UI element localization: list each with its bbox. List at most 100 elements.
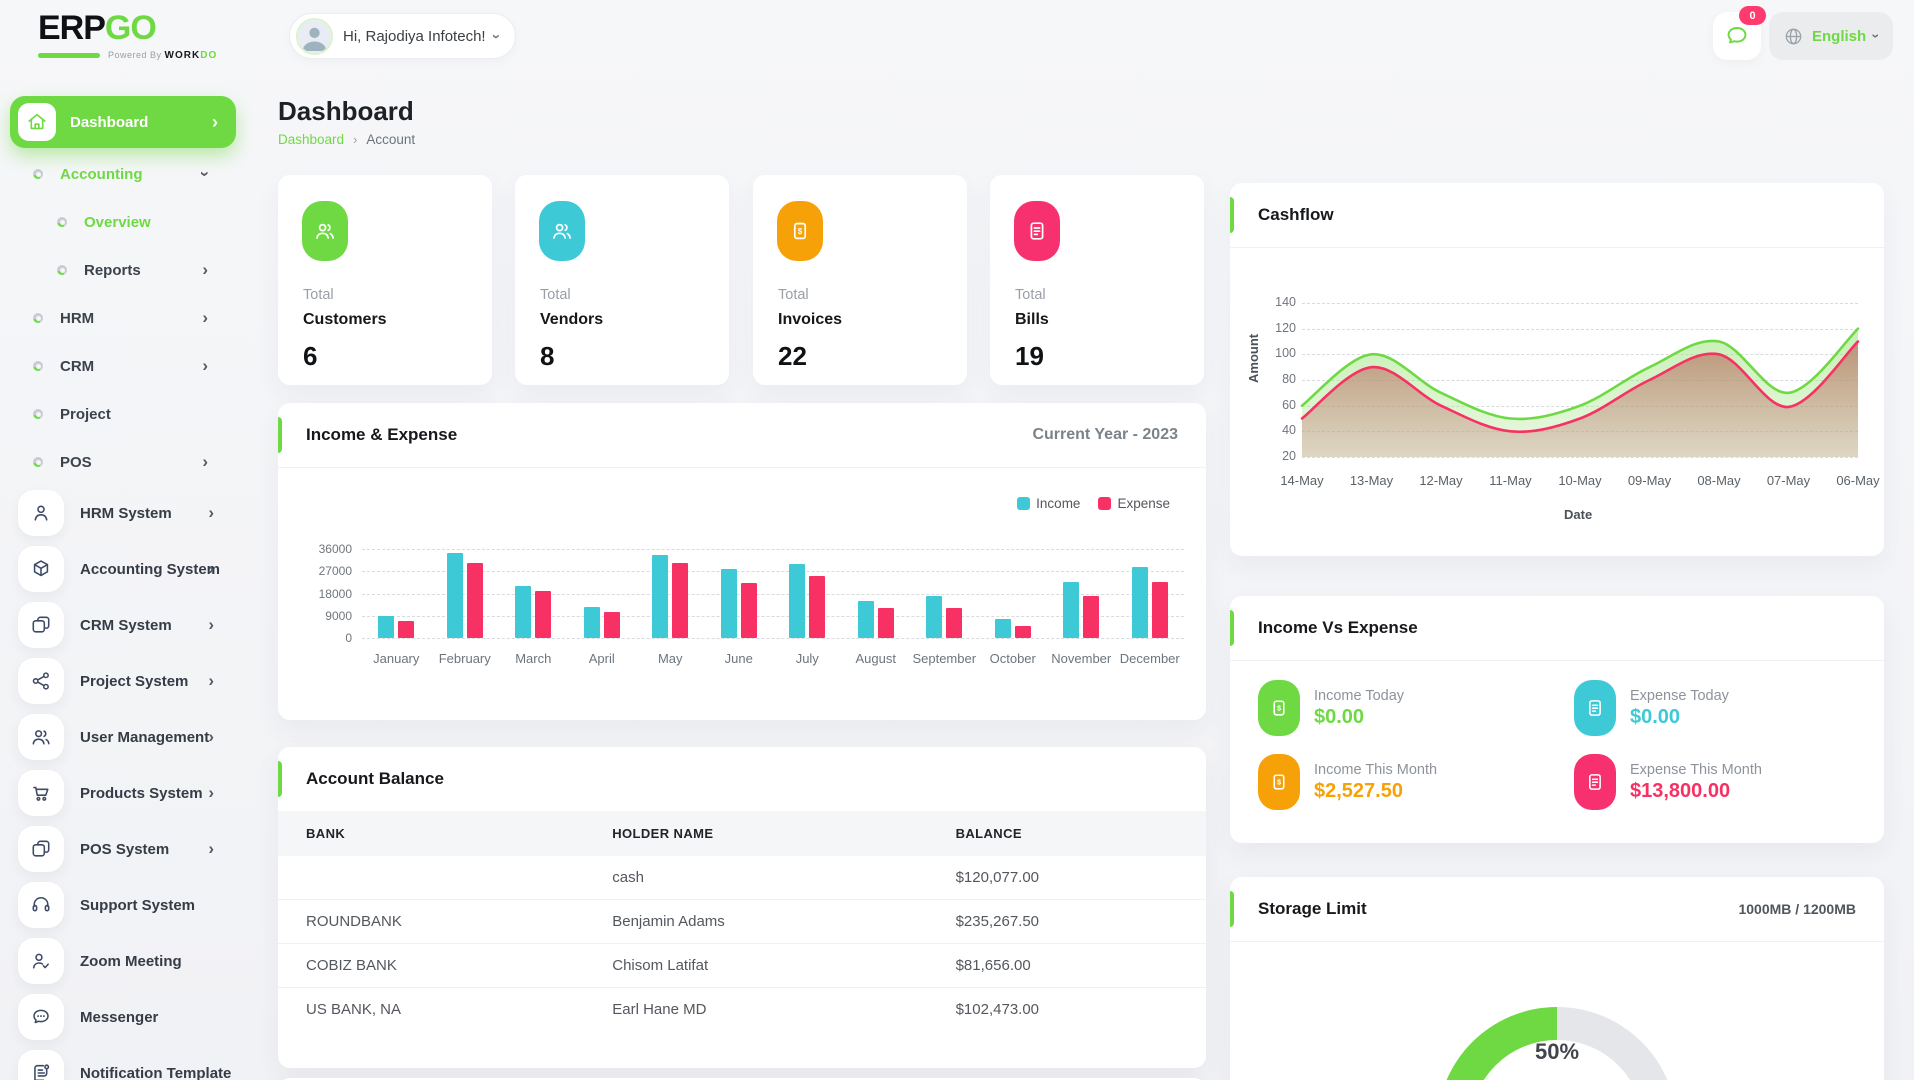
chevron-right-icon: ›	[202, 452, 208, 471]
sidebar-item-label: Support System	[80, 896, 196, 914]
chevron-right-icon: ›	[208, 559, 214, 578]
bar-group	[979, 549, 1048, 638]
metric-value: $0.00	[1630, 705, 1681, 728]
sidebar-item-label: Accounting	[60, 165, 143, 183]
panel-header: Cashflow	[1230, 183, 1884, 248]
bar-expense[interactable]	[740, 583, 757, 638]
table-row[interactable]: US BANK, NA Earl Hane MD $102,473.00	[278, 987, 1206, 1031]
panel-header: Storage Limit 1000MB / 1200MB	[1230, 877, 1884, 942]
stat-label: Customers	[303, 311, 387, 328]
bar-expense[interactable]	[809, 576, 826, 638]
person-icon	[18, 490, 64, 536]
sidebar-item-pos[interactable]: POS ›	[0, 438, 246, 486]
legend-item[interactable]: Income	[1017, 496, 1080, 511]
bar-group	[431, 549, 500, 638]
bill-icon	[1014, 201, 1060, 261]
bar-expense[interactable]	[1014, 626, 1031, 638]
table-row[interactable]: cash $120,077.00	[278, 856, 1206, 900]
sidebar-item-label: Project	[60, 405, 111, 423]
bar-expense[interactable]	[535, 591, 552, 638]
bar-income[interactable]	[857, 601, 874, 638]
page-title: Dashboard	[278, 96, 414, 126]
x-axis-tick: April	[588, 651, 615, 666]
brand-logo[interactable]: ERPGO Powered By WORKDO	[38, 8, 218, 61]
bar-income[interactable]	[515, 586, 532, 638]
table-cell: cash	[612, 869, 644, 886]
table-cell	[278, 856, 584, 900]
y-axis-tick: 27000	[318, 564, 352, 579]
bar-expense[interactable]	[672, 563, 689, 638]
sidebar-item-label: Accounting System	[80, 560, 221, 578]
sidebar-item-label: CRM System	[80, 616, 172, 634]
sidebar-item-project-system[interactable]: Project System ›	[0, 653, 246, 709]
x-axis-tick: September	[912, 651, 977, 666]
sidebar-item-accounting[interactable]: Accounting ›	[0, 150, 246, 198]
bar-expense[interactable]	[946, 608, 963, 638]
sidebar-item-overview[interactable]: Overview	[0, 198, 246, 246]
users-icon	[18, 714, 64, 760]
bar-expense[interactable]	[877, 608, 894, 638]
language-selector[interactable]: English ›	[1769, 12, 1893, 60]
stat-card-bills: Total Bills 19	[990, 175, 1204, 385]
bar-income[interactable]	[789, 564, 806, 638]
bar-income[interactable]	[652, 555, 669, 638]
sidebar: ERPGO Powered By WORKDO Dashboard › Acco…	[0, 0, 246, 1080]
x-axis-tick: May	[657, 651, 683, 666]
breadcrumb-home-link[interactable]: Dashboard	[278, 132, 344, 147]
sidebar-item-hrm[interactable]: HRM ›	[0, 294, 246, 342]
stat-card-invoices: $ Total Invoices 22	[753, 175, 967, 385]
bar-income[interactable]	[720, 569, 737, 638]
sidebar-item-label: CRM	[60, 357, 95, 375]
panel-title: Income Vs Expense	[1258, 618, 1418, 637]
chart-legend: Income Expense	[1017, 496, 1170, 511]
panel-header: Income & Expense Current Year - 2023	[278, 403, 1206, 468]
bar-income[interactable]	[583, 607, 600, 638]
panel-title: Cashflow	[1258, 205, 1334, 224]
bar-income[interactable]	[1063, 582, 1080, 638]
bar-expense[interactable]	[466, 563, 483, 638]
bar-income[interactable]	[446, 553, 463, 638]
chevron-right-icon: ›	[208, 671, 214, 690]
bar-expense[interactable]	[1083, 596, 1100, 638]
bar-expense[interactable]	[603, 612, 620, 638]
bar-expense[interactable]	[1151, 582, 1168, 638]
donut-bullet-icon	[57, 265, 67, 275]
sidebar-item-notification-template[interactable]: Notification Template	[0, 1045, 246, 1080]
cashflow-panel: Cashflow Amount 140 120 100 80 60 40 20 14-May 13…	[1230, 183, 1884, 556]
table-cell: $120,077.00	[955, 869, 1040, 886]
sidebar-item-project[interactable]: Project	[0, 390, 246, 438]
sidebar-item-pos-system[interactable]: POS System ›	[0, 821, 246, 877]
sidebar-item-accounting-system[interactable]: Accounting System ›	[0, 541, 246, 597]
sidebar-item-support-system[interactable]: Support System	[0, 877, 246, 933]
panel-subtitle: Current Year - 2023	[1032, 426, 1178, 443]
breadcrumb-current: Account	[366, 132, 416, 147]
sidebar-item-zoom-meeting[interactable]: Zoom Meeting	[0, 933, 246, 989]
sidebar-item-hrm-system[interactable]: HRM System ›	[0, 485, 246, 541]
invoice-icon: $	[777, 201, 823, 261]
sidebar-item-crm-system[interactable]: CRM System ›	[0, 597, 246, 653]
table-row[interactable]: ROUNDBANK Benjamin Adams $235,267.50	[278, 899, 1206, 944]
bar-income[interactable]	[378, 616, 395, 638]
sidebar-item-reports[interactable]: Reports ›	[0, 246, 246, 294]
legend-item[interactable]: Expense	[1098, 496, 1170, 511]
board-icon	[18, 1050, 64, 1080]
sidebar-item-user-management[interactable]: User Management ›	[0, 709, 246, 765]
sidebar-item-dashboard[interactable]: Dashboard ›	[10, 96, 236, 148]
bar-income[interactable]	[1131, 567, 1148, 638]
panel-accent-bar	[278, 417, 282, 453]
bar-income[interactable]	[994, 619, 1011, 638]
plot-area	[362, 549, 1184, 638]
sidebar-item-products-system[interactable]: Products System ›	[0, 765, 246, 821]
messages-button[interactable]: 0	[1713, 6, 1766, 60]
user-menu-button[interactable]: Hi, Rajodiya Infotech! ›	[289, 13, 516, 59]
bar-expense[interactable]	[398, 621, 415, 638]
window-icon	[18, 826, 64, 872]
stat-value: 8	[540, 341, 555, 371]
x-axis-tick: October	[989, 651, 1036, 666]
sidebar-item-crm[interactable]: CRM ›	[0, 342, 246, 390]
expense-this-month-item: Expense This Month $13,800.00	[1574, 754, 1762, 810]
sidebar-item-messenger[interactable]: Messenger	[0, 989, 246, 1045]
bar-income[interactable]	[926, 596, 943, 638]
table-row[interactable]: COBIZ BANK Chisom Latifat $81,656.00	[278, 943, 1206, 988]
sidebar-item-label: POS	[60, 453, 92, 471]
